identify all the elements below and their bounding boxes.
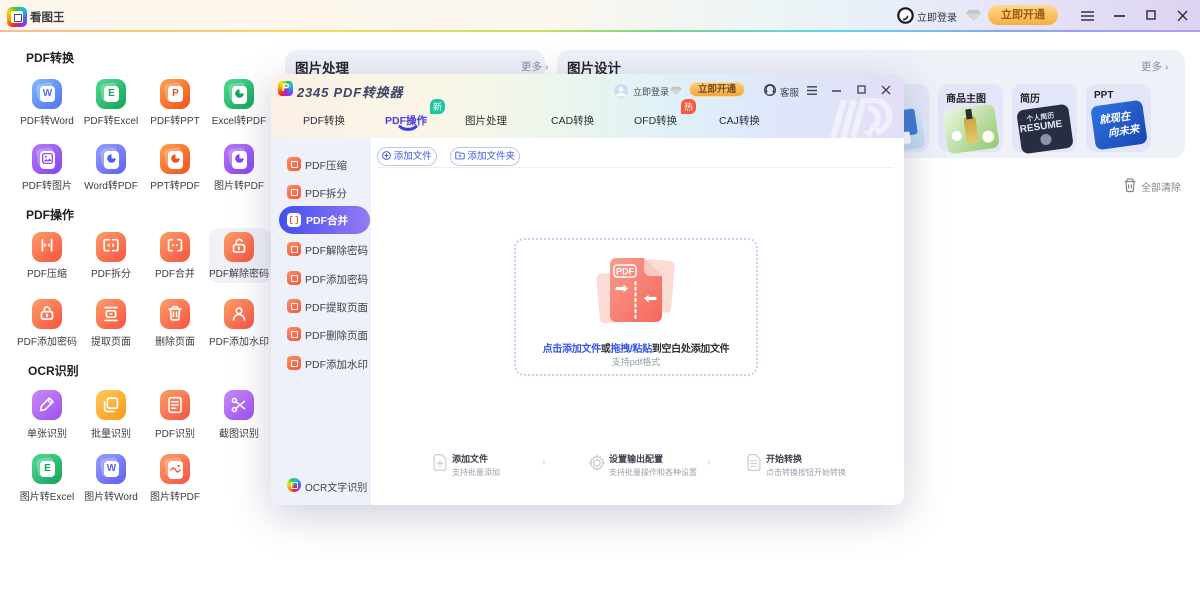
svg-text:PDF: PDF <box>616 267 635 277</box>
